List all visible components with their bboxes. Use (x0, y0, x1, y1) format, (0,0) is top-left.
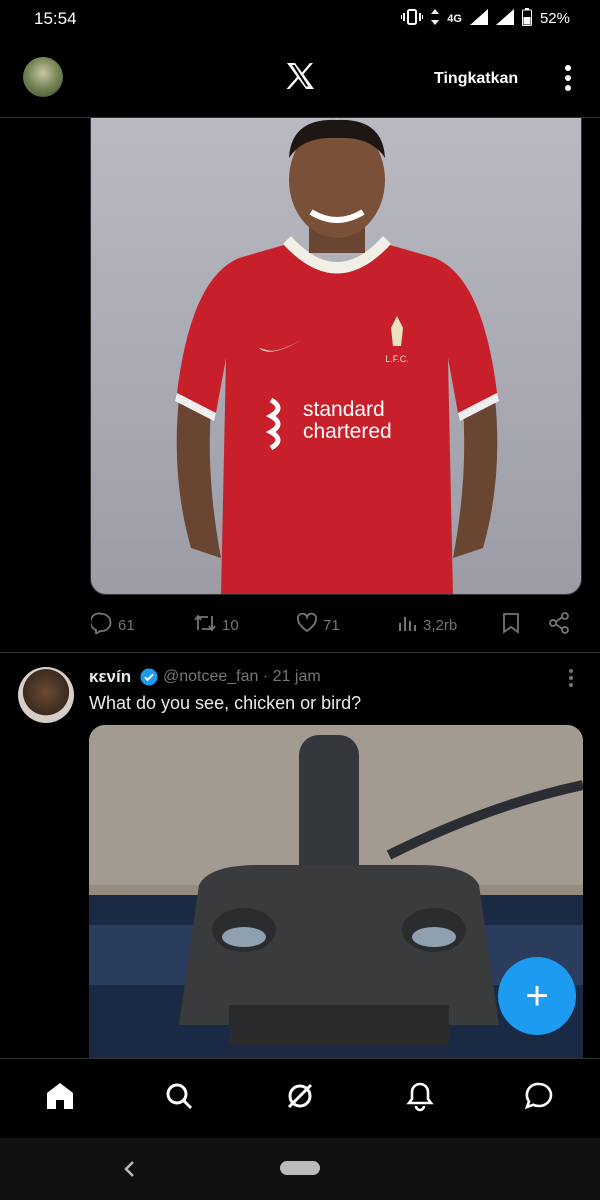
notifications-icon[interactable] (404, 1080, 436, 1112)
like-count: 71 (323, 616, 340, 634)
battery-icon (521, 8, 532, 29)
network-type: 4G (447, 12, 462, 25)
bookmark-icon (501, 612, 521, 638)
share-button[interactable] (548, 612, 570, 638)
status-bar: 15:54 4G 52% (0, 0, 600, 40)
retweet-count: 10 (222, 616, 239, 634)
vibrate-icon (400, 9, 425, 28)
author-handle-time[interactable]: @notcee_fan · 21 jam (163, 668, 321, 686)
sponsor-text-2: chartered (303, 420, 392, 443)
home-icon[interactable] (44, 1080, 76, 1112)
tweet-actions: 61 10 71 3,2rb (0, 610, 600, 640)
tweet-divider (0, 652, 600, 653)
home-pill[interactable] (280, 1161, 320, 1175)
views-button[interactable]: 3,2rb (398, 613, 457, 637)
author-avatar[interactable] (18, 667, 74, 723)
grok-icon[interactable] (284, 1080, 316, 1112)
sponsor-text-1: standard (303, 398, 385, 421)
status-icons: 4G 52% (400, 8, 570, 29)
analytics-icon (398, 613, 418, 637)
tweet-image[interactable]: L.F.C. standard chartered (90, 117, 582, 595)
signal-icon (469, 9, 488, 28)
reply-icon (89, 612, 113, 638)
reply-button[interactable]: 61 (89, 612, 135, 638)
plus-icon: + (525, 973, 549, 1018)
bookmark-button[interactable] (501, 612, 521, 638)
retweet-icon (193, 613, 217, 637)
retweet-button[interactable]: 10 (193, 613, 239, 637)
club-badge-text: L.F.C. (385, 354, 409, 364)
clock: 15:54 (34, 9, 77, 28)
profile-avatar[interactable] (23, 57, 63, 97)
back-chevron-icon[interactable] (122, 1160, 136, 1183)
battery-percent: 52% (539, 10, 570, 27)
views-count: 3,2rb (423, 616, 458, 634)
x-logo-icon[interactable] (284, 60, 316, 92)
signal2-icon (495, 9, 514, 28)
search-icon[interactable] (163, 1080, 195, 1112)
like-button[interactable]: 71 (296, 612, 340, 637)
verified-badge-icon (140, 668, 158, 691)
compose-button[interactable]: + (498, 957, 576, 1035)
messages-icon[interactable] (523, 1080, 555, 1112)
data-arrows-icon (431, 9, 440, 28)
tweet-text: What do you see, chicken or bird? (89, 693, 362, 713)
heart-icon (296, 612, 318, 637)
tweet-more-icon[interactable] (566, 668, 576, 693)
more-vert-icon[interactable] (562, 64, 574, 92)
author-name[interactable]: κενín (89, 667, 131, 687)
reply-count: 61 (118, 616, 135, 634)
upgrade-button[interactable]: Tingkatkan (434, 70, 518, 88)
share-icon (548, 612, 570, 638)
